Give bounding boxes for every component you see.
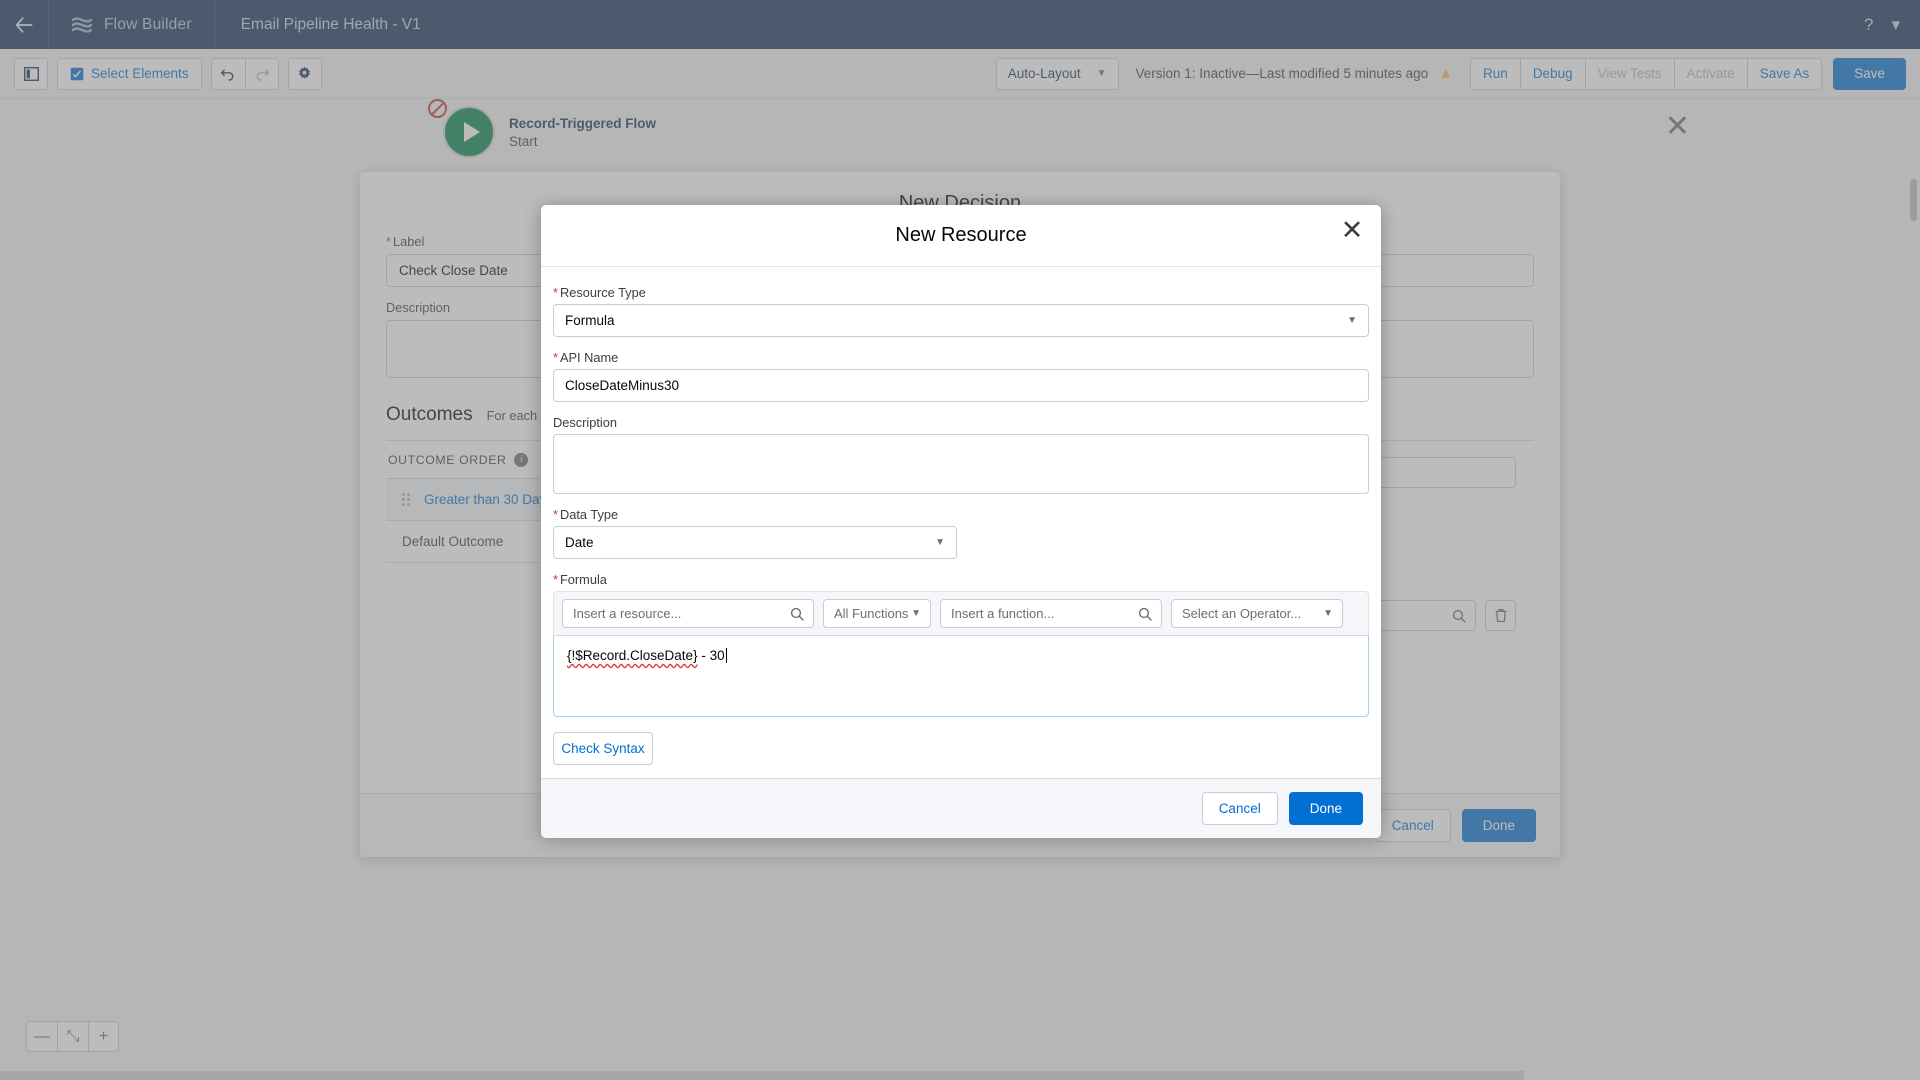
- formula-field: *Formula Insert a resource... All Functi…: [553, 572, 1369, 765]
- resource-type-value: Formula: [565, 313, 615, 328]
- resource-type-label: Resource Type: [560, 285, 646, 300]
- data-type-caption: *Data Type: [553, 507, 1369, 522]
- chevron-down-icon: ▼: [911, 608, 921, 619]
- api-name-caption: *API Name: [553, 350, 1369, 365]
- new-resource-title: New Resource: [895, 224, 1026, 247]
- api-name-field: *API Name CloseDateMinus30: [553, 350, 1369, 402]
- resource-type-select[interactable]: Formula ▼: [553, 304, 1369, 337]
- resource-description-field: Description: [553, 415, 1369, 494]
- resource-description-caption: Description: [553, 415, 1369, 430]
- resource-done-button[interactable]: Done: [1289, 792, 1363, 825]
- resource-description-textarea[interactable]: [553, 434, 1369, 494]
- search-icon: [781, 607, 813, 621]
- required-indicator: *: [553, 285, 558, 300]
- required-indicator: *: [553, 572, 558, 587]
- resource-cancel-button[interactable]: Cancel: [1202, 792, 1278, 825]
- close-icon[interactable]: ✕: [1337, 215, 1367, 245]
- formula-expression-textarea[interactable]: {!$Record.CloseDate} - 30: [553, 635, 1369, 717]
- text-cursor: [726, 648, 727, 663]
- search-icon: [1129, 607, 1161, 621]
- api-name-input[interactable]: CloseDateMinus30: [553, 369, 1369, 402]
- function-category-value: All Functions: [824, 606, 908, 621]
- resource-type-caption: *Resource Type: [553, 285, 1369, 300]
- resource-cancel-label: Cancel: [1219, 801, 1261, 816]
- formula-expression-rest: - 30: [698, 648, 725, 663]
- formula-label: Formula: [560, 572, 607, 587]
- chevron-down-icon: ▼: [1347, 315, 1357, 326]
- insert-function-picker[interactable]: Insert a function...: [940, 599, 1162, 628]
- resource-done-label: Done: [1310, 801, 1342, 816]
- function-category-select[interactable]: All Functions ▼: [823, 599, 931, 628]
- check-syntax-button[interactable]: Check Syntax: [553, 732, 653, 765]
- data-type-value: Date: [565, 535, 594, 550]
- api-name-label: API Name: [560, 350, 618, 365]
- insert-function-placeholder: Insert a function...: [941, 606, 1129, 621]
- data-type-select[interactable]: Date ▼: [553, 526, 957, 559]
- data-type-field: *Data Type Date ▼: [553, 507, 1369, 559]
- operator-placeholder: Select an Operator...: [1172, 606, 1301, 621]
- required-indicator: *: [553, 350, 558, 365]
- data-type-label: Data Type: [560, 507, 618, 522]
- formula-expression-token: {!$Record.CloseDate}: [567, 648, 698, 663]
- required-indicator: *: [553, 507, 558, 522]
- new-resource-footer: Cancel Done: [541, 778, 1381, 838]
- insert-resource-picker[interactable]: Insert a resource...: [562, 599, 814, 628]
- new-resource-modal: New Resource ✕ *Resource Type Formula ▼ …: [541, 205, 1381, 836]
- formula-caption: *Formula: [553, 572, 1369, 587]
- new-resource-body: *Resource Type Formula ▼ *API Name Close…: [541, 267, 1381, 778]
- operator-select[interactable]: Select an Operator... ▼: [1171, 599, 1343, 628]
- chevron-down-icon: ▼: [1323, 608, 1333, 619]
- insert-resource-placeholder: Insert a resource...: [563, 606, 781, 621]
- api-name-value: CloseDateMinus30: [565, 378, 679, 393]
- resource-type-field: *Resource Type Formula ▼: [553, 285, 1369, 337]
- new-resource-header: New Resource ✕: [541, 205, 1381, 267]
- check-syntax-label: Check Syntax: [561, 741, 644, 756]
- formula-builder-toolbar: Insert a resource... All Functions ▼ Ins…: [553, 591, 1369, 635]
- chevron-down-icon: ▼: [935, 537, 945, 548]
